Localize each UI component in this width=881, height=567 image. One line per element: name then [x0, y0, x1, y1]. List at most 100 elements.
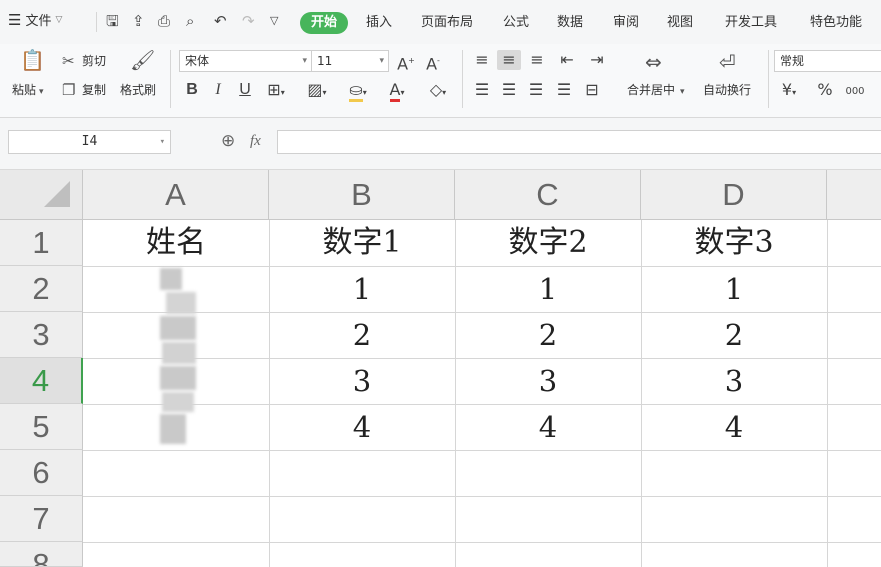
tab-page-layout[interactable]: 页面布局: [421, 14, 473, 32]
cell-d1[interactable]: 数字3: [641, 220, 827, 266]
font-size-select[interactable]: 11 ▾: [311, 50, 389, 72]
thousands-button[interactable]: 000: [843, 82, 867, 102]
name-box[interactable]: I4 ▾: [8, 130, 171, 154]
row-header-1[interactable]: 1: [0, 220, 83, 266]
gridline: [83, 496, 881, 497]
align-top-icon[interactable]: ≡: [472, 50, 492, 70]
row-header-8[interactable]: 8: [0, 542, 83, 567]
tab-formulas[interactable]: 公式: [503, 14, 529, 32]
copy-button[interactable]: 复制: [82, 82, 106, 98]
redaction-block: [160, 414, 186, 444]
align-center-icon[interactable]: ☰: [499, 80, 519, 100]
column-header-d[interactable]: D: [641, 170, 827, 220]
cut-button[interactable]: 剪切: [82, 53, 106, 69]
paste-icon[interactable]: 📋: [20, 50, 45, 70]
tab-data[interactable]: 数据: [557, 14, 583, 32]
clear-format-icon[interactable]: ◇▾: [423, 80, 453, 103]
column-header-b[interactable]: B: [269, 170, 455, 220]
cell-a1[interactable]: 姓名: [83, 220, 269, 266]
file-menu[interactable]: ☰ 文件 ▽: [8, 10, 63, 30]
column-header-a[interactable]: A: [83, 170, 269, 220]
percent-button[interactable]: %: [816, 80, 834, 100]
save-icon[interactable]: 🖫: [106, 12, 119, 30]
fill-pattern-icon[interactable]: ▨▾: [302, 80, 332, 103]
decrease-font-icon[interactable]: A-: [423, 51, 443, 74]
redaction-block: [162, 342, 196, 364]
cell-c1[interactable]: 数字2: [455, 220, 641, 266]
cell-c3[interactable]: 2: [455, 312, 641, 358]
fx-icon[interactable]: fx: [250, 131, 261, 151]
row-header-7[interactable]: 7: [0, 496, 83, 542]
italic-icon[interactable]: I: [209, 80, 227, 100]
currency-button[interactable]: ¥▾: [778, 80, 800, 103]
formula-input[interactable]: [277, 130, 881, 154]
scissors-icon[interactable]: ✂: [62, 51, 75, 71]
fill-color-icon[interactable]: ⛀▾: [343, 80, 373, 103]
row-header-4[interactable]: 4: [0, 358, 83, 404]
zoom-icon[interactable]: ⊕: [221, 131, 235, 151]
redo-icon[interactable]: ↷: [242, 12, 255, 30]
increase-font-icon[interactable]: A+: [396, 51, 416, 74]
format-painter-button[interactable]: 格式刷: [120, 82, 156, 98]
chevron-down-icon: ▾: [379, 56, 384, 66]
tab-developer[interactable]: 开发工具: [725, 14, 777, 32]
cell-b5[interactable]: 4: [269, 404, 455, 450]
cell-d3[interactable]: 2: [641, 312, 827, 358]
column-header-c[interactable]: C: [455, 170, 641, 220]
row-header-2[interactable]: 2: [0, 266, 83, 312]
cell-d4[interactable]: 3: [641, 358, 827, 404]
chevron-down-icon[interactable]: ▾: [680, 82, 685, 102]
tab-review[interactable]: 审阅: [613, 14, 639, 32]
column-header-e[interactable]: [827, 170, 881, 220]
cell-b1[interactable]: 数字1: [269, 220, 455, 266]
cell-c2[interactable]: 1: [455, 266, 641, 312]
format-painter-icon[interactable]: 🖌: [130, 50, 155, 70]
redaction-block: [162, 392, 194, 412]
bold-icon[interactable]: B: [183, 80, 201, 100]
redaction-block: [160, 316, 196, 340]
font-name-select[interactable]: 宋体 ▾: [179, 50, 312, 72]
cell-d5[interactable]: 4: [641, 404, 827, 450]
distributed-icon[interactable]: ⊟: [581, 80, 603, 100]
undo-icon[interactable]: ↶: [214, 12, 227, 30]
underline-icon[interactable]: U: [236, 80, 254, 100]
decrease-indent-icon[interactable]: ⇤: [556, 50, 578, 70]
row-header-5[interactable]: 5: [0, 404, 83, 450]
font-name-value: 宋体: [185, 54, 210, 68]
wrap-text-button[interactable]: 自动换行: [703, 82, 751, 98]
select-all-corner[interactable]: [0, 170, 83, 220]
paste-button[interactable]: 粘贴: [12, 82, 36, 98]
row-header-3[interactable]: 3: [0, 312, 83, 358]
cell-b2[interactable]: 1: [269, 266, 455, 312]
cell-d2[interactable]: 1: [641, 266, 827, 312]
merge-center-icon[interactable]: ⇔: [645, 52, 662, 72]
chevron-down-icon[interactable]: ▾: [39, 82, 44, 102]
chevron-down-icon: ▽: [55, 14, 63, 25]
tab-view[interactable]: 视图: [667, 14, 693, 32]
customize-toolbar-icon[interactable]: ▽: [270, 12, 278, 30]
align-left-icon[interactable]: ☰: [472, 80, 492, 100]
cell-b3[interactable]: 2: [269, 312, 455, 358]
export-icon[interactable]: ⇪: [132, 12, 145, 30]
tab-insert[interactable]: 插入: [366, 14, 392, 32]
merge-center-button[interactable]: 合并居中: [627, 82, 675, 98]
print-preview-icon[interactable]: ⌕: [186, 12, 194, 30]
cell-b4[interactable]: 3: [269, 358, 455, 404]
print-icon[interactable]: ⎙: [158, 12, 170, 30]
copy-icon[interactable]: ❐: [62, 80, 75, 100]
cell-c4[interactable]: 3: [455, 358, 641, 404]
align-bottom-icon[interactable]: ≡: [527, 50, 547, 70]
wrap-text-icon[interactable]: ⏎: [719, 52, 736, 72]
gridline: [827, 220, 828, 567]
font-color-icon[interactable]: A▾: [382, 80, 412, 103]
borders-icon[interactable]: ⊞▾: [264, 80, 288, 103]
justify-icon[interactable]: ☰: [554, 80, 574, 100]
tab-special-features[interactable]: 特色功能: [810, 14, 862, 32]
align-right-icon[interactable]: ☰: [526, 80, 546, 100]
number-format-select[interactable]: 常规: [774, 50, 881, 72]
cell-c5[interactable]: 4: [455, 404, 641, 450]
increase-indent-icon[interactable]: ⇥: [586, 50, 608, 70]
align-middle-icon[interactable]: ≡: [497, 50, 521, 70]
tab-home[interactable]: 开始: [300, 12, 348, 34]
row-header-6[interactable]: 6: [0, 450, 83, 496]
